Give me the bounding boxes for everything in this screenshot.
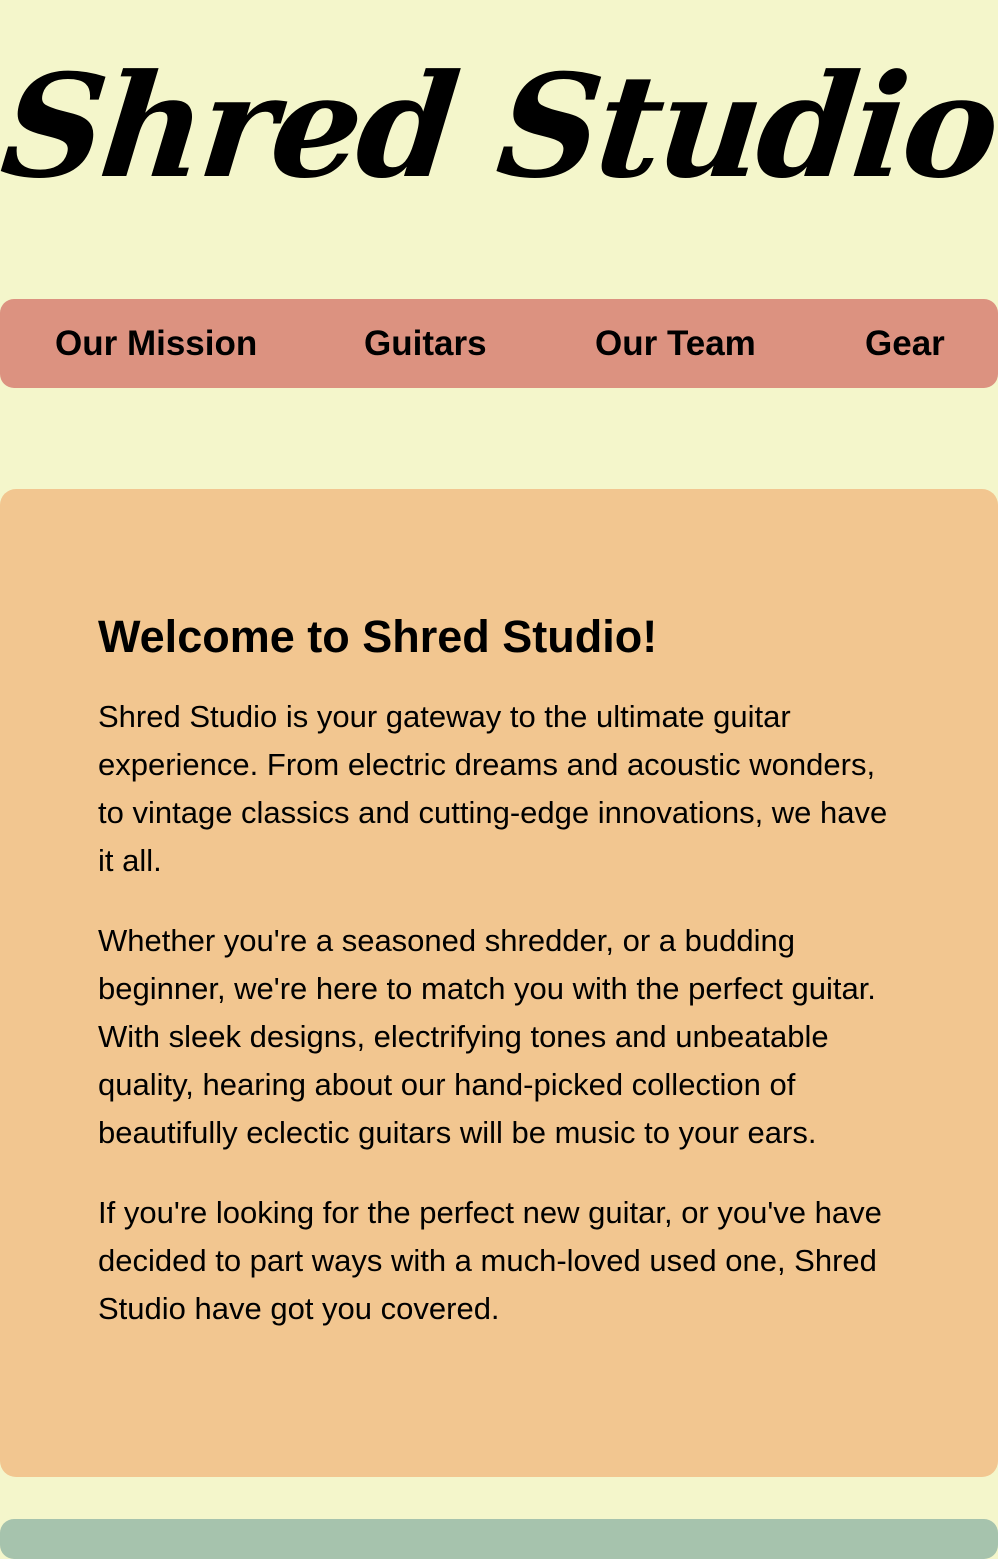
welcome-section: Welcome to Shred Studio! Shred Studio is… <box>0 489 998 1477</box>
nav-item-guitars[interactable]: Guitars <box>364 299 487 388</box>
welcome-heading: Welcome to Shred Studio! <box>98 611 658 662</box>
nav-item-our-team[interactable]: Our Team <box>595 299 756 388</box>
nav-item-our-mission[interactable]: Our Mission <box>55 299 257 388</box>
nav-item-gear[interactable]: Gear <box>865 299 945 388</box>
next-section <box>0 1519 998 1559</box>
match-paragraph: Whether you're a seasoned shredder, or a… <box>98 923 876 1150</box>
welcome-content: Welcome to Shred Studio! Shred Studio is… <box>98 599 908 1333</box>
covered-paragraph: If you're looking for the perfect new gu… <box>98 1195 882 1326</box>
site-title: Shred Studio <box>0 44 998 210</box>
intro-paragraph: Shred Studio is your gateway to the ulti… <box>98 699 888 878</box>
main-nav: Our Mission Guitars Our Team Gear <box>0 299 998 388</box>
